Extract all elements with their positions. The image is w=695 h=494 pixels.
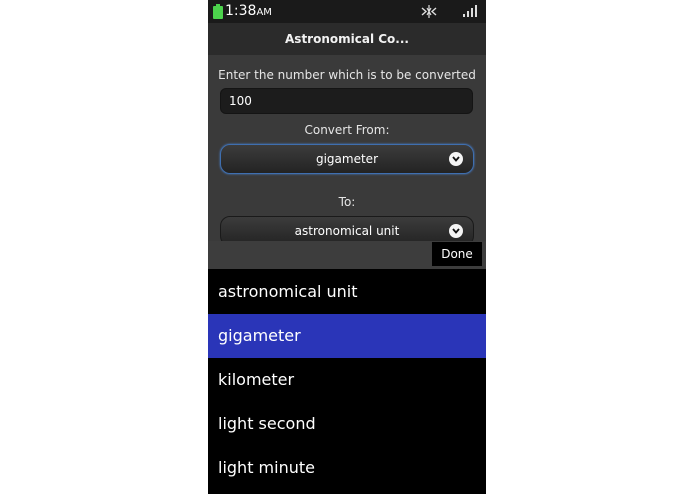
chevron-down-icon (449, 224, 463, 238)
clock: 1:38AM (225, 3, 272, 19)
done-button[interactable]: Done (432, 242, 482, 266)
bluetooth-icon (421, 5, 437, 18)
number-input[interactable] (221, 89, 472, 113)
convert-from-value: gigameter (315, 152, 378, 166)
picker-option-light-minute[interactable]: light minute (208, 446, 486, 490)
battery-icon (213, 4, 223, 19)
picker-list: astronomical unit gigameter kilometer li… (208, 270, 486, 494)
chevron-down-icon (449, 152, 463, 166)
picker-option-astronomical-unit[interactable]: astronomical unit (208, 270, 486, 314)
signal-icon (463, 5, 477, 17)
convert-from-select[interactable]: gigameter (220, 144, 474, 174)
picker-option-kilometer[interactable]: kilometer (208, 358, 486, 402)
picker-option-light-second[interactable]: light second (208, 402, 486, 446)
number-label: Enter the number which is to be converte… (218, 68, 476, 82)
convert-to-label: To: (338, 195, 356, 209)
status-bar: 1:38AM (208, 0, 486, 23)
title-bar: Astronomical Co... (208, 23, 486, 56)
picker-option-gigameter[interactable]: gigameter (208, 314, 486, 358)
picker-toolbar: Done (208, 241, 486, 269)
number-field-box[interactable] (220, 88, 473, 114)
convert-from-label: Convert From: (304, 123, 390, 137)
phone-screen: 1:38AM Astronomical Co... Enter the numb… (208, 0, 486, 494)
page-title: Astronomical Co... (285, 32, 409, 46)
converter-form: Enter the number which is to be converte… (208, 56, 486, 246)
convert-to-value: astronomical unit (294, 224, 400, 238)
